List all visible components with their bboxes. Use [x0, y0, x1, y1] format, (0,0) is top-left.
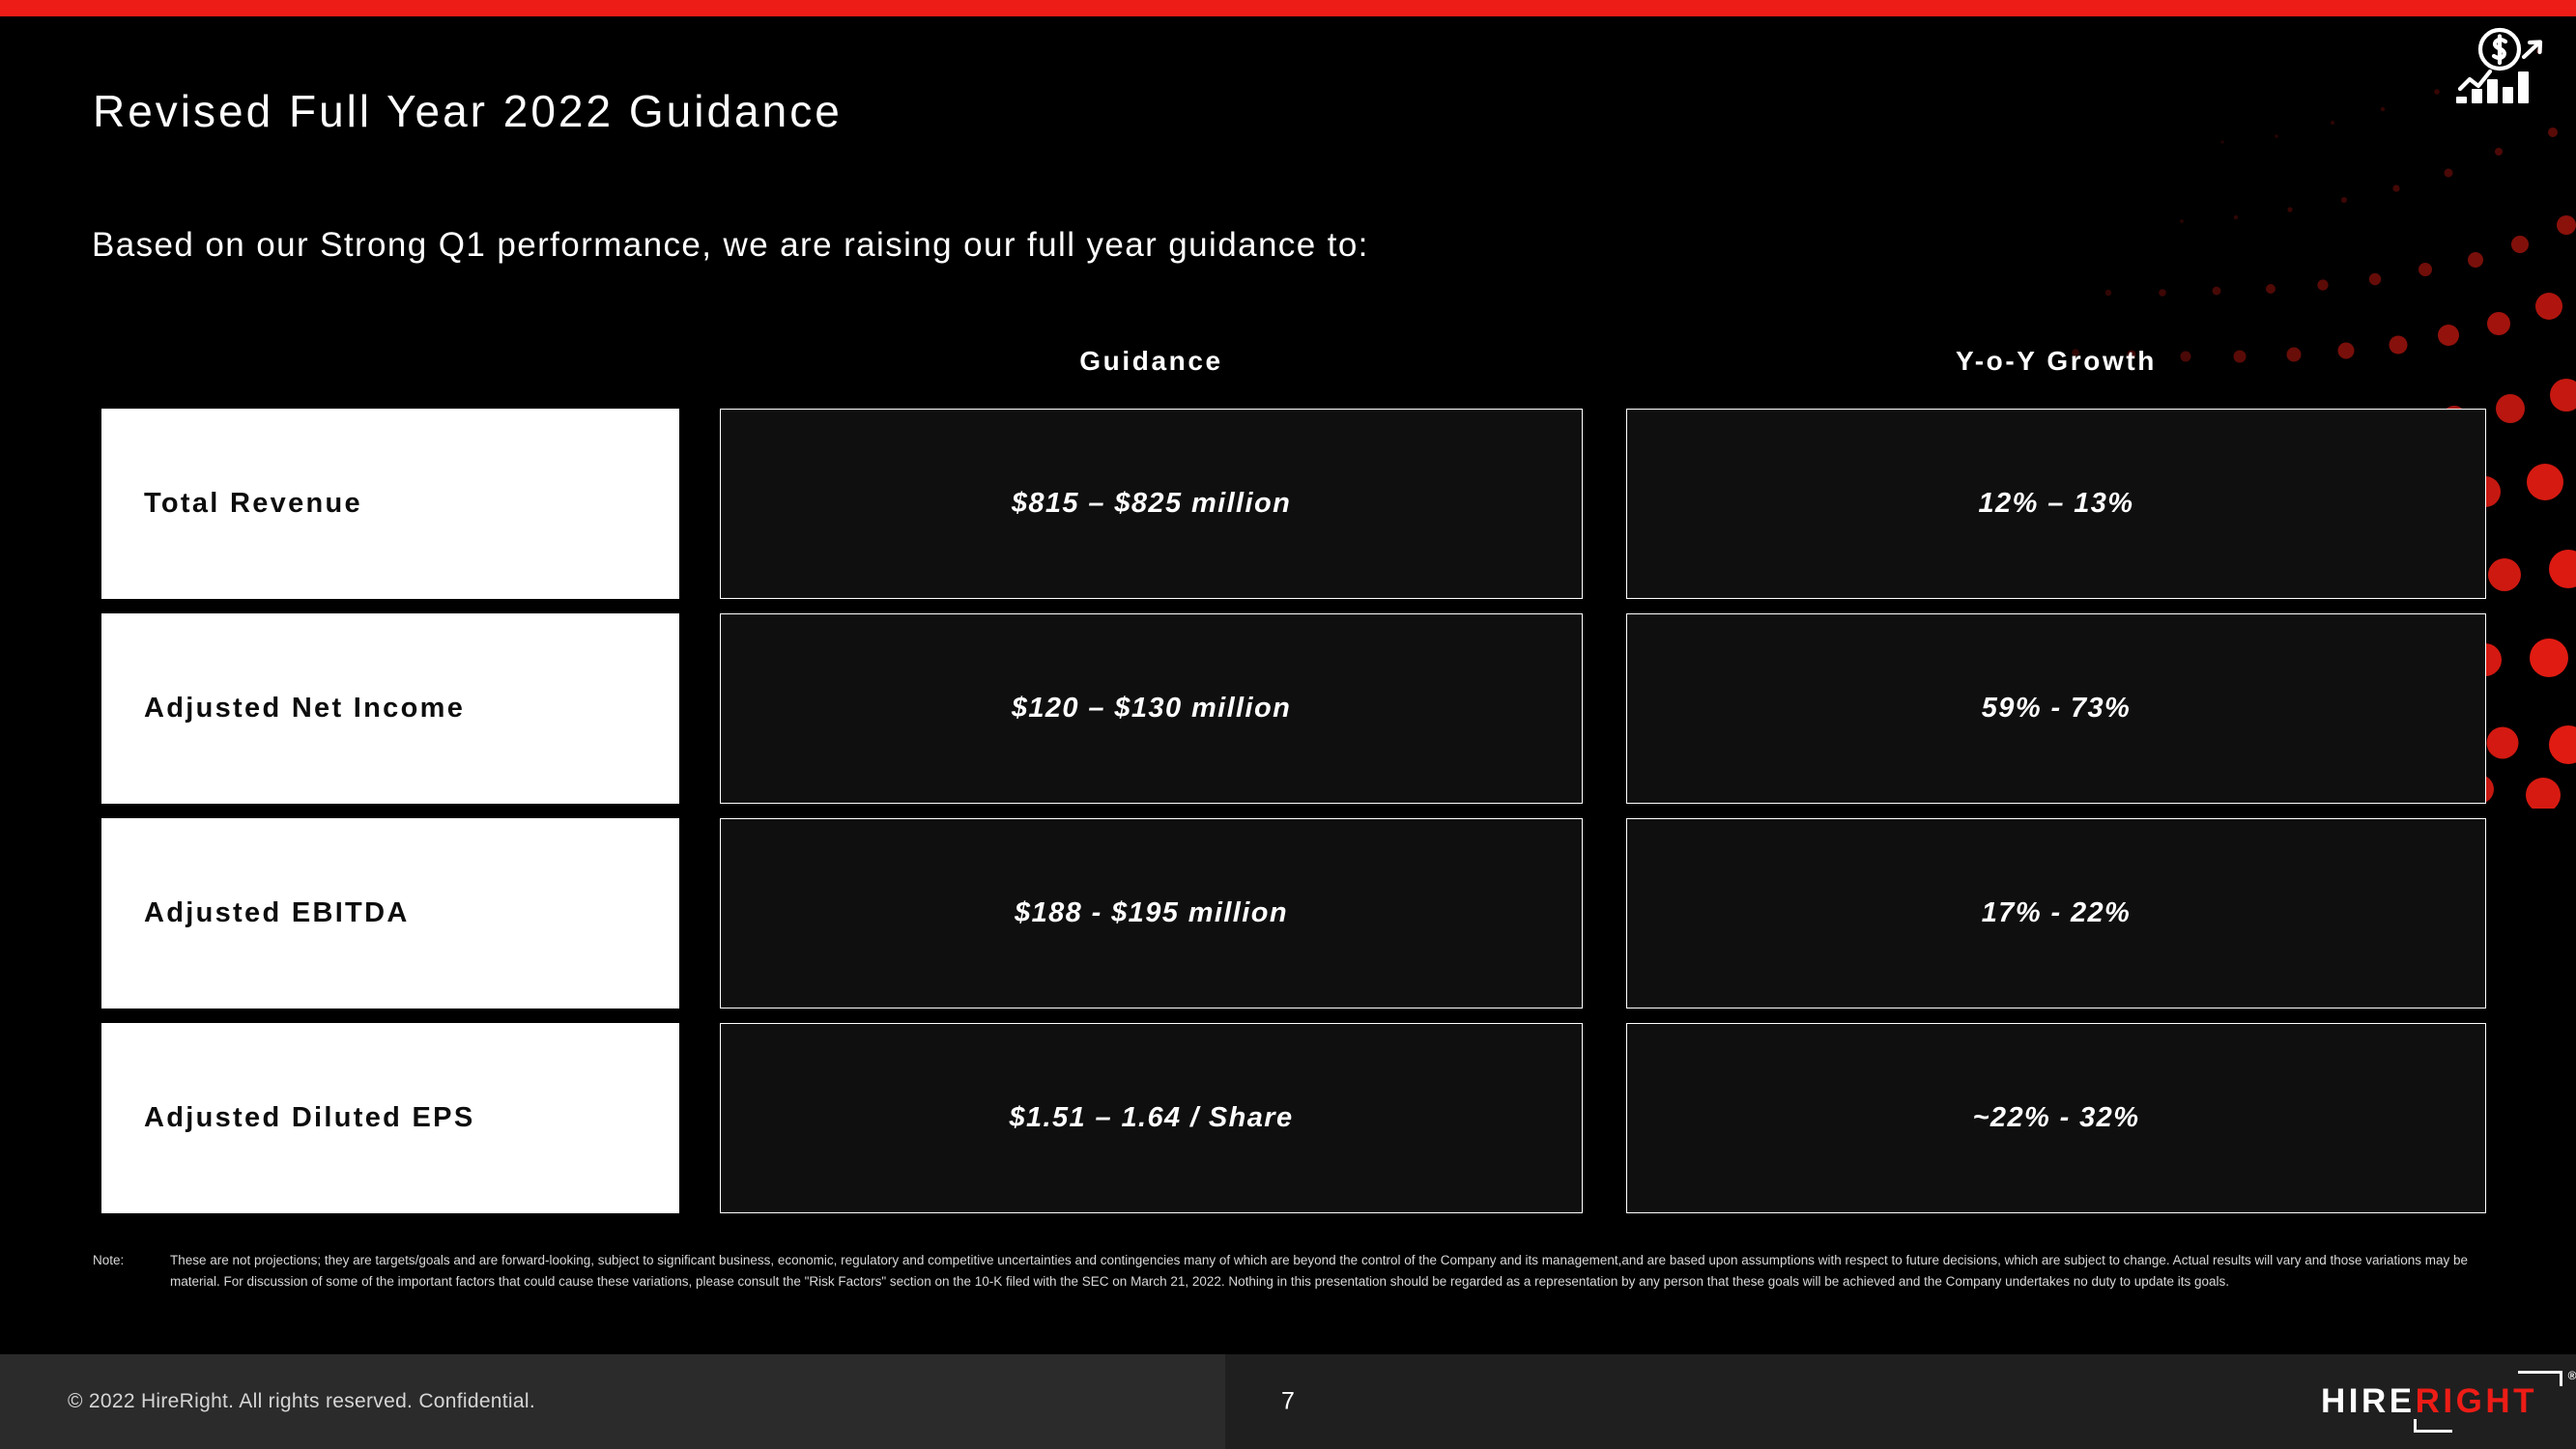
page-subtitle: Based on our Strong Q1 performance, we a… [92, 226, 1369, 264]
guidance-table: Total Revenue $815 – $825 million 12% – … [0, 409, 2576, 1228]
logo-hire-text: HIRE [2320, 1382, 2416, 1420]
row-label-adjusted-ebitda: Adjusted EBITDA [101, 818, 679, 1009]
top-accent-bar [0, 0, 2576, 16]
column-header-guidance: Guidance [1079, 346, 1223, 376]
footnote-label: Note: [93, 1253, 125, 1267]
cell-value-text: ~22% - 32% [1972, 1102, 2140, 1133]
row-label-text: Total Revenue [144, 488, 362, 519]
cell-guidance-adjusted-ebitda: $188 - $195 million [720, 818, 1583, 1009]
column-header-yoy-growth: Y-o-Y Growth [1955, 346, 2158, 376]
page-number: 7 [1281, 1387, 1295, 1415]
cell-value-text: 59% - 73% [1981, 693, 2132, 724]
cell-value-text: $815 – $825 million [1011, 488, 1292, 519]
footnote: Note: These are not projections; they ar… [93, 1250, 2470, 1293]
hireright-logo: HIRERIGHT ® [2320, 1369, 2576, 1433]
cell-yoy-adjusted-diluted-eps: ~22% - 32% [1626, 1023, 2486, 1213]
footnote-body: These are not projections; they are targ… [170, 1253, 2469, 1289]
slide-footer: © 2022 HireRight. All rights reserved. C… [0, 1354, 2576, 1449]
row-label-text: Adjusted Net Income [144, 693, 466, 724]
registered-mark: ® [2567, 1369, 2576, 1382]
table-row: Adjusted EBITDA $188 - $195 million 17% … [0, 818, 2576, 1009]
cell-guidance-adjusted-net-income: $120 – $130 million [720, 613, 1583, 804]
logo-bracket-bottom-left [2413, 1419, 2452, 1433]
logo-wordmark: HIRERIGHT ® [2320, 1369, 2576, 1433]
row-label-adjusted-net-income: Adjusted Net Income [101, 613, 679, 804]
row-label-text: Adjusted EBITDA [144, 897, 410, 928]
copyright-text: © 2022 HireRight. All rights reserved. C… [68, 1390, 535, 1412]
cell-yoy-total-revenue: 12% – 13% [1626, 409, 2486, 599]
row-label-total-revenue: Total Revenue [101, 409, 679, 599]
cell-yoy-adjusted-net-income: 59% - 73% [1626, 613, 2486, 804]
cell-yoy-adjusted-ebitda: 17% - 22% [1626, 818, 2486, 1009]
logo-bracket-top-right [2518, 1371, 2562, 1386]
table-row: Adjusted Net Income $120 – $130 million … [0, 613, 2576, 804]
cell-value-text: $1.51 – 1.64 / Share [1009, 1102, 1294, 1133]
row-label-adjusted-diluted-eps: Adjusted Diluted EPS [101, 1023, 679, 1213]
cell-value-text: 17% - 22% [1981, 897, 2132, 928]
cell-value-text: 12% – 13% [1978, 488, 2134, 519]
table-row: Total Revenue $815 – $825 million 12% – … [0, 409, 2576, 599]
page-title: Revised Full Year 2022 Guidance [93, 86, 843, 136]
slide-canvas: Revised Full Year 2022 Guidance Based on… [0, 0, 2576, 1449]
cell-value-text: $120 – $130 million [1011, 693, 1292, 724]
cell-value-text: $188 - $195 million [1015, 897, 1288, 928]
cell-guidance-adjusted-diluted-eps: $1.51 – 1.64 / Share [720, 1023, 1583, 1213]
logo-right-text: RIGHT [2415, 1382, 2537, 1420]
cell-guidance-total-revenue: $815 – $825 million [720, 409, 1583, 599]
dollar-growth-chart-icon [2447, 23, 2555, 112]
table-row: Adjusted Diluted EPS $1.51 – 1.64 / Shar… [0, 1023, 2576, 1213]
row-label-text: Adjusted Diluted EPS [144, 1102, 475, 1133]
